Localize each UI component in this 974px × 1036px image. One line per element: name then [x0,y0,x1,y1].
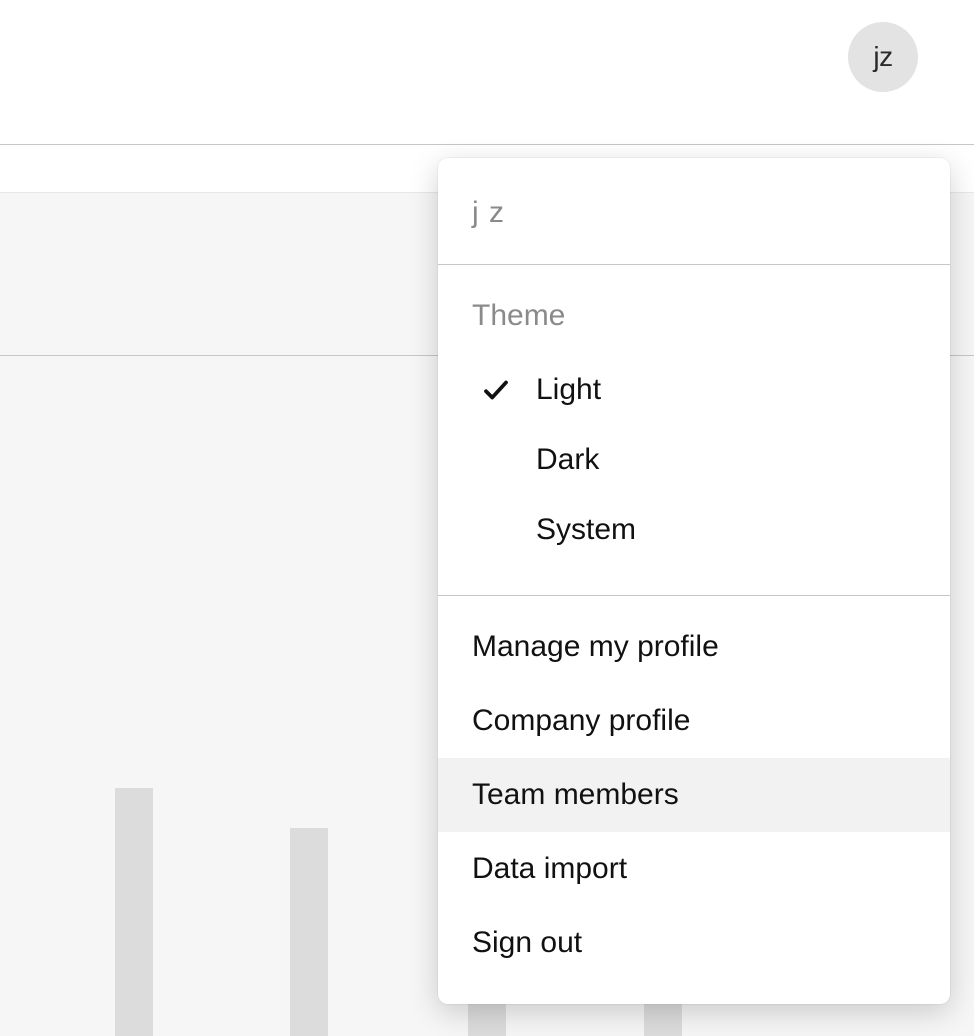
theme-section-label: Theme [438,265,950,347]
bar-1 [115,788,153,1036]
bar-2 [290,828,328,1036]
menu-item-list: Manage my profile Company profile Team m… [438,596,950,1004]
menu-item-label: Company profile [472,704,690,737]
theme-option-label: System [536,513,636,547]
menu-item-label: Data import [472,852,627,885]
theme-option-dark[interactable]: Dark [438,425,950,495]
menu-item-manage-profile[interactable]: Manage my profile [438,610,950,684]
theme-option-list: Light Dark System [438,347,950,596]
theme-option-light[interactable]: Light [438,355,950,425]
menu-item-company-profile[interactable]: Company profile [438,684,950,758]
app-header: jz [0,0,974,145]
menu-item-data-import[interactable]: Data import [438,832,950,906]
avatar-initials: jz [873,41,892,73]
check-icon [478,375,514,405]
check-icon-placeholder [478,445,514,475]
theme-option-system[interactable]: System [438,495,950,565]
theme-option-label: Dark [536,443,599,477]
menu-item-label: Team members [472,778,679,811]
user-menu-header: j z [438,158,950,265]
check-icon-placeholder [478,515,514,545]
menu-item-label: Manage my profile [472,630,719,663]
menu-item-label: Sign out [472,926,582,959]
avatar[interactable]: jz [848,22,918,92]
user-name: j z [472,196,505,229]
menu-item-sign-out[interactable]: Sign out [438,906,950,980]
menu-item-team-members[interactable]: Team members [438,758,950,832]
theme-option-label: Light [536,373,601,407]
user-menu: j z Theme Light Dark System Manage my pr… [438,158,950,1004]
